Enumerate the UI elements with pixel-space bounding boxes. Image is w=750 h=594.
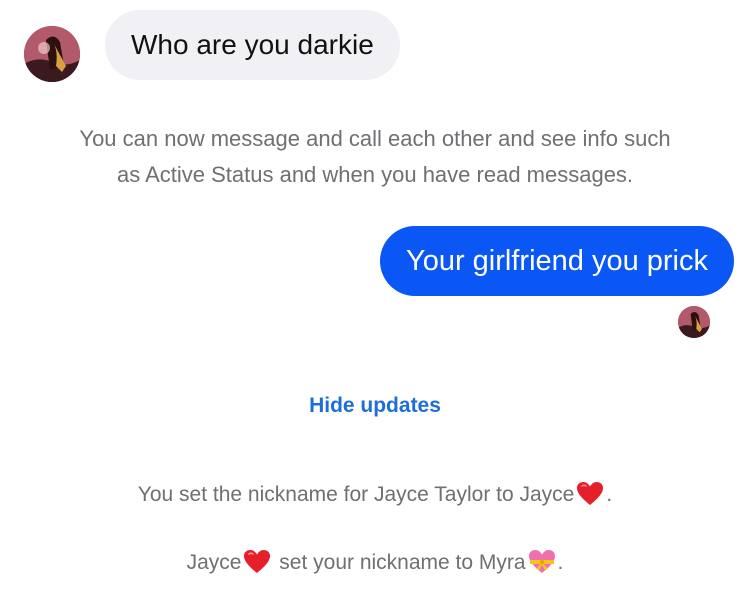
nickname-update-2: Jayce set your nickname to Myra.: [0, 547, 750, 579]
connection-info-line-1: You can now message and call each other …: [79, 126, 671, 151]
connection-info-line-2: as Active Status and when you have read …: [116, 162, 634, 187]
read-receipt-avatar-image: [678, 306, 710, 338]
heart-with-ribbon-icon: [528, 549, 556, 575]
hide-updates-link[interactable]: Hide updates: [0, 394, 750, 418]
nickname-update-1-period: .: [606, 483, 613, 506]
nickname-update-1: You set the nickname for Jayce Taylor to…: [0, 479, 750, 511]
nickname-update-1-text: You set the nickname for Jayce Taylor to…: [137, 483, 575, 506]
red-heart-icon: [243, 549, 271, 575]
nickname-update-2-text: set your nickname to Myra: [273, 551, 526, 574]
red-heart-icon: [576, 481, 604, 507]
nickname-update-2-name: Jayce: [186, 551, 242, 574]
avatar-image: [24, 26, 80, 82]
incoming-message-bubble[interactable]: Who are you darkie: [105, 10, 400, 80]
incoming-message-text: Who are you darkie: [131, 29, 374, 60]
outgoing-message-text: Your girlfriend you prick: [406, 245, 708, 277]
outgoing-message-bubble[interactable]: Your girlfriend you prick: [380, 226, 734, 296]
connection-info-notice: You can now message and call each other …: [20, 121, 730, 193]
contact-avatar[interactable]: [24, 26, 80, 82]
chat-thread: Who are you darkie You can now message a…: [0, 0, 750, 594]
nickname-update-2-period: .: [557, 551, 564, 574]
read-receipt-avatar: [678, 306, 710, 338]
